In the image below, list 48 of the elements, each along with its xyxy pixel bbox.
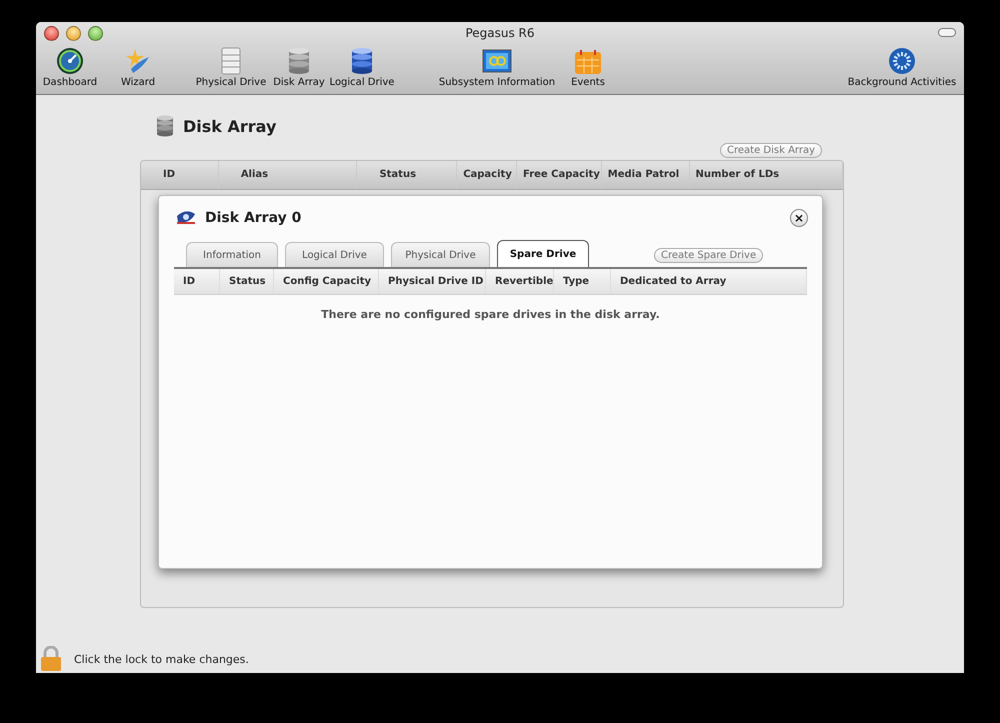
empty-message: There are no configured spare drives in the disk array. (320, 308, 661, 321)
toolbar-button[interactable]: Disk Array (271, 47, 327, 92)
column-header[interactable]: Capacity (457, 161, 518, 189)
toolbar-toggle-button[interactable] (938, 28, 956, 37)
calendar-icon (574, 49, 602, 75)
monitor-icon (482, 49, 512, 75)
toolbar-button[interactable]: Background Activities (847, 47, 957, 92)
toolbar-button[interactable]: Subsystem Information (435, 49, 559, 92)
column-header[interactable]: ID (174, 269, 220, 294)
toolbar-button[interactable]: Dashboard (39, 47, 101, 92)
column-header[interactable]: Status (357, 161, 458, 189)
lock-icon (40, 646, 62, 672)
toolbar-button[interactable]: Logical Drive (327, 47, 397, 92)
page-heading: Disk Array (183, 116, 276, 136)
column-header[interactable]: Status (220, 269, 274, 294)
dialog-title: Disk Array 0 (205, 210, 302, 226)
column-header[interactable]: Free Capacity (517, 161, 602, 189)
tab[interactable]: Logical Drive (285, 242, 384, 267)
eye-icon (176, 210, 196, 226)
toolbar-button[interactable]: Physical Drive (191, 47, 271, 92)
zoom-window-button[interactable] (88, 26, 103, 40)
minimize-window-button[interactable] (66, 26, 81, 40)
column-header[interactable]: Media Patrol (602, 161, 690, 189)
tab[interactable]: Physical Drive (391, 242, 490, 267)
create-disk-array-button[interactable]: Create Disk Array (720, 143, 822, 158)
column-header[interactable]: Revertible (486, 269, 554, 294)
database-icon (156, 115, 174, 137)
column-header[interactable]: ID (141, 161, 219, 189)
database-icon (350, 47, 374, 75)
spinner-icon (888, 47, 916, 75)
column-header[interactable]: Number of LDs (690, 161, 844, 189)
close-button[interactable]: × (790, 209, 808, 227)
window-title: Pegasus R6 (465, 26, 535, 40)
column-header[interactable]: Physical Drive ID (379, 269, 486, 294)
column-header[interactable]: Config Capacity (274, 269, 379, 294)
column-header[interactable]: Type (554, 269, 611, 294)
column-header[interactable]: Dedicated to Array (611, 269, 807, 294)
toolbar-button[interactable]: Events (567, 49, 609, 92)
close-window-button[interactable] (44, 26, 59, 40)
column-header[interactable]: Alias (218, 161, 358, 189)
toolbar-button[interactable]: Wizard (107, 47, 169, 92)
tab[interactable]: Spare Drive (497, 240, 589, 267)
status-text: Click the lock to make changes. (74, 652, 249, 666)
tab[interactable]: Information (186, 242, 278, 267)
create-spare-drive-button[interactable]: Create Spare Drive (654, 248, 764, 263)
database-icon (287, 47, 311, 75)
drive-stack-icon (219, 47, 243, 75)
gauge-icon (56, 47, 84, 75)
